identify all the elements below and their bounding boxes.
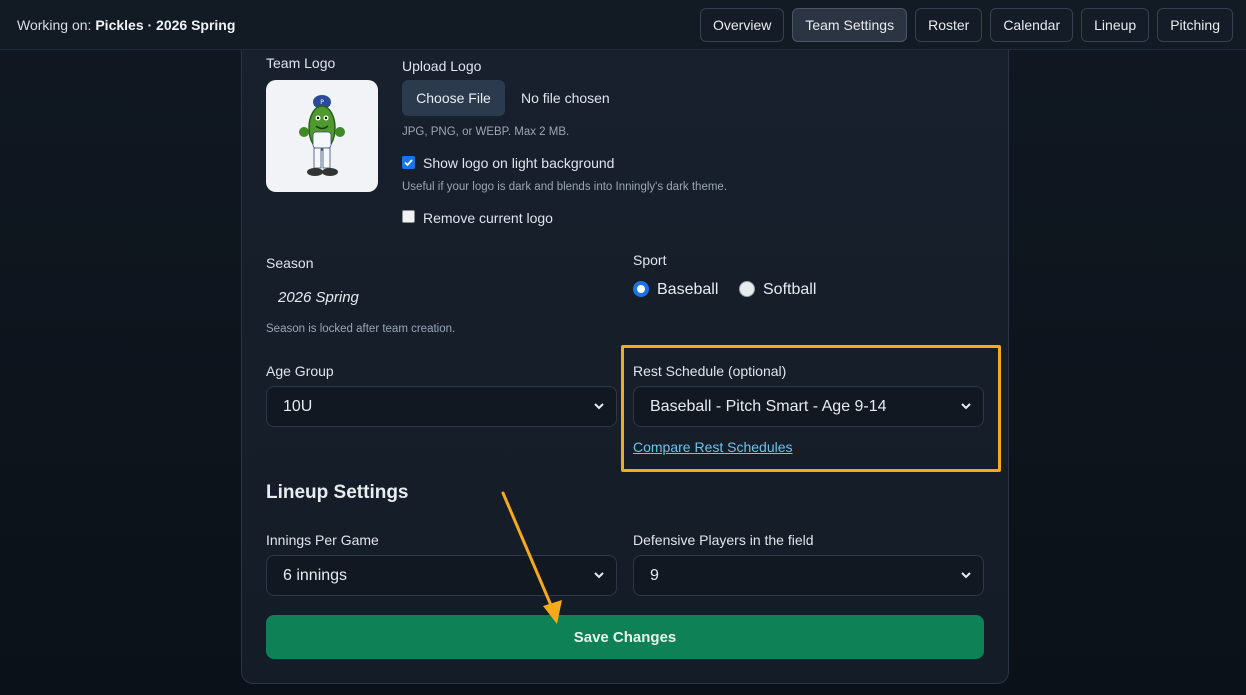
chevron-down-icon (961, 403, 971, 410)
working-on-label: Working on: Pickles · 2026 Spring (17, 17, 235, 33)
checkmark-icon (404, 159, 413, 167)
sport-softball-label[interactable]: Softball (763, 281, 816, 299)
light-background-checkbox[interactable] (402, 156, 415, 169)
sport-softball-radio[interactable] (739, 281, 755, 297)
light-background-label[interactable]: Show logo on light background (423, 155, 614, 171)
nav-pitching[interactable]: Pitching (1157, 7, 1233, 42)
working-prefix: Working on: (17, 16, 96, 33)
defensive-players-label: Defensive Players in the field (633, 532, 814, 548)
chevron-down-icon (594, 572, 604, 579)
age-group-label: Age Group (266, 363, 334, 379)
sport-baseball-label[interactable]: Baseball (657, 281, 718, 299)
nav-roster[interactable]: Roster (915, 7, 983, 42)
chevron-down-icon (961, 572, 971, 579)
main-nav: Overview Team Settings Roster Calendar L… (700, 7, 1233, 42)
remove-logo-checkbox[interactable] (402, 210, 415, 223)
innings-per-game-value: 6 innings (283, 566, 348, 584)
innings-per-game-label: Innings Per Game (266, 532, 379, 548)
compare-rest-schedules-link[interactable]: Compare Rest Schedules (633, 439, 793, 455)
top-bar: Working on: Pickles · 2026 Spring Overvi… (0, 0, 1246, 50)
nav-overview[interactable]: Overview (700, 7, 785, 42)
chevron-down-icon (594, 403, 604, 410)
team-logo-label: Team Logo (266, 55, 336, 71)
save-changes-button[interactable]: Save Changes (266, 615, 984, 659)
nav-lineup[interactable]: Lineup (1081, 7, 1150, 42)
team-logo-preview: P (266, 80, 378, 192)
defensive-players-value: 9 (650, 566, 659, 584)
rest-schedule-label: Rest Schedule (optional) (633, 363, 787, 379)
logo-formats-help: JPG, PNG, or WEBP. Max 2 MB. (402, 126, 570, 138)
sport-label: Sport (633, 252, 667, 268)
svg-text:P: P (320, 99, 324, 106)
working-team: Pickles · 2026 Spring (95, 16, 236, 33)
lineup-settings-heading: Lineup Settings (266, 482, 409, 503)
age-group-value: 10U (283, 397, 313, 415)
light-background-help: Useful if your logo is dark and blends i… (402, 181, 728, 193)
nav-team-settings[interactable]: Team Settings (792, 7, 908, 42)
season-label: Season (266, 255, 314, 271)
upload-logo-label: Upload Logo (402, 58, 482, 74)
defensive-players-select[interactable]: 9 (633, 555, 984, 596)
choose-file-button[interactable]: Choose File (402, 80, 505, 116)
nav-calendar[interactable]: Calendar (990, 7, 1074, 42)
pickle-mascot-icon: P (299, 95, 345, 176)
file-status-text: No file chosen (521, 90, 610, 106)
age-group-select[interactable]: 10U (266, 386, 617, 427)
remove-logo-label[interactable]: Remove current logo (423, 210, 553, 226)
season-locked-help: Season is locked after team creation. (266, 323, 456, 335)
season-value: 2026 Spring (278, 289, 359, 306)
innings-per-game-select[interactable]: 6 innings (266, 555, 617, 596)
rest-schedule-select[interactable]: Baseball - Pitch Smart - Age 9-14 (633, 386, 984, 427)
sport-baseball-radio[interactable] (633, 281, 649, 297)
rest-schedule-value: Baseball - Pitch Smart - Age 9-14 (650, 397, 887, 415)
